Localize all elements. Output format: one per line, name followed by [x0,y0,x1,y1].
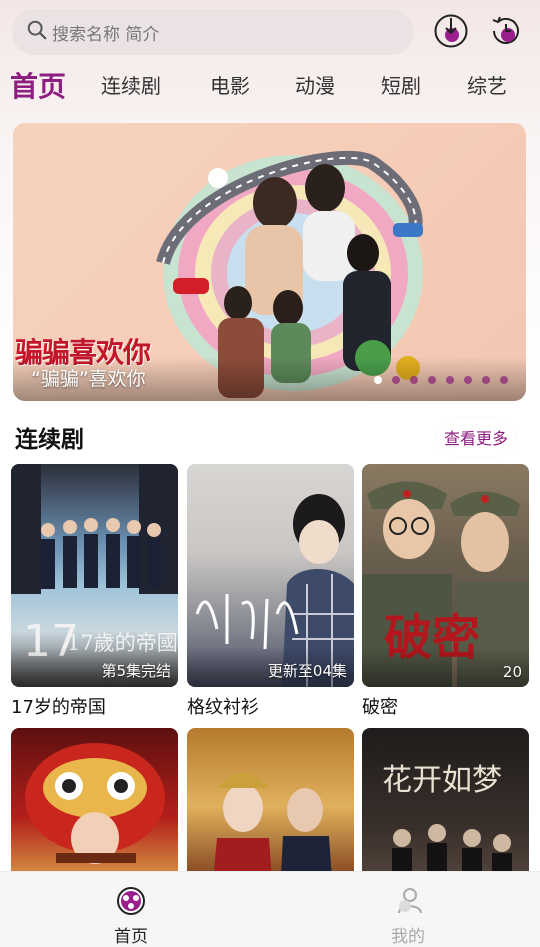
card-title: 破密 [362,697,398,718]
episode-badge: 第5集完结 [101,662,171,680]
category-tabs: 首页 连续剧 电影 动漫 短剧 综艺 [0,62,540,108]
series-card[interactable]: 破密 20 破密 [362,464,529,719]
poster-image: 破密 20 [362,464,529,687]
carousel-dot[interactable] [464,376,472,384]
search-icon [26,19,48,45]
watch-history-icon[interactable] [488,13,524,49]
poster-image: 更新至04集 [187,464,354,687]
tab-variety[interactable]: 综艺 [467,70,507,99]
poster-image: 17 17歲的帝國 第5集完结 [11,464,178,687]
tab-anime[interactable]: 动漫 [295,70,335,99]
home-icon [116,886,146,920]
download-history-icon[interactable] [433,13,469,49]
carousel-dot[interactable] [482,376,490,384]
carousel-dot[interactable] [410,376,418,384]
carousel-dot[interactable] [374,376,382,384]
nav-home[interactable]: 首页 [91,886,171,947]
tab-short-drama[interactable]: 短剧 [381,70,421,99]
bottom-navigation: 首页 我的 [0,871,540,947]
banner-carousel[interactable]: 骗骗喜欢你 “骗骗”喜欢你 [13,123,526,401]
nav-profile[interactable]: 我的 [368,886,448,947]
carousel-dot[interactable] [500,376,508,384]
section-title: 连续剧 [15,427,84,453]
series-card[interactable]: 17 17歲的帝國 第5集完结 17岁的帝国 [11,464,178,719]
card-title: 17岁的帝国 [11,697,106,718]
profile-icon [393,886,423,920]
nav-profile-label: 我的 [391,927,425,947]
poster-text: 花开如梦 [382,763,502,798]
carousel-dot[interactable] [392,376,400,384]
carousel-dot[interactable] [446,376,454,384]
carousel-dot[interactable] [428,376,436,384]
series-card[interactable]: 更新至04集 格纹衬衫 [187,464,354,719]
tab-home[interactable]: 首页 [10,65,66,105]
tab-series[interactable]: 连续剧 [101,70,161,99]
search-placeholder: 搜索名称 简介 [52,24,160,45]
card-title: 格纹衬衫 [187,697,259,718]
banner-caption: “骗骗”喜欢你 [31,368,146,390]
top-bar: 搜索名称 简介 [0,0,540,64]
search-input[interactable]: 搜索名称 简介 [12,9,414,55]
tab-movies[interactable]: 电影 [210,70,250,99]
view-more-button[interactable]: 查看更多 [436,418,516,456]
episode-badge: 20 [502,663,522,681]
episode-badge: 更新至04集 [267,662,347,680]
nav-home-label: 首页 [114,927,148,947]
carousel-dots [374,376,508,384]
